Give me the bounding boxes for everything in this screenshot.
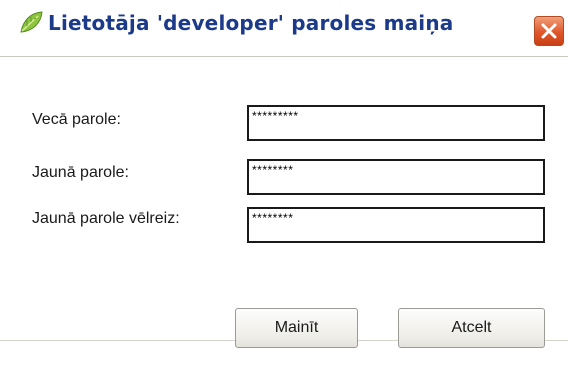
confirm-password-field[interactable]: ******** <box>247 207 545 243</box>
change-button[interactable]: Mainīt <box>235 308 358 348</box>
close-icon <box>541 23 557 39</box>
window-title: Lietotāja 'developer' paroles maiņa <box>48 11 454 35</box>
close-button[interactable] <box>534 16 564 46</box>
old-password-field[interactable]: ********* <box>247 105 545 141</box>
title-bar: Lietotāja 'developer' paroles maiņa <box>0 0 568 47</box>
confirm-password-label: Jaunā parole vēlreiz: <box>32 210 180 227</box>
cancel-button[interactable]: Atcelt <box>398 308 545 348</box>
old-password-label: Vecā parole: <box>32 111 121 128</box>
new-password-field[interactable]: ******** <box>247 159 545 195</box>
new-password-label: Jaunā parole: <box>32 164 129 181</box>
leaf-icon <box>18 9 44 35</box>
